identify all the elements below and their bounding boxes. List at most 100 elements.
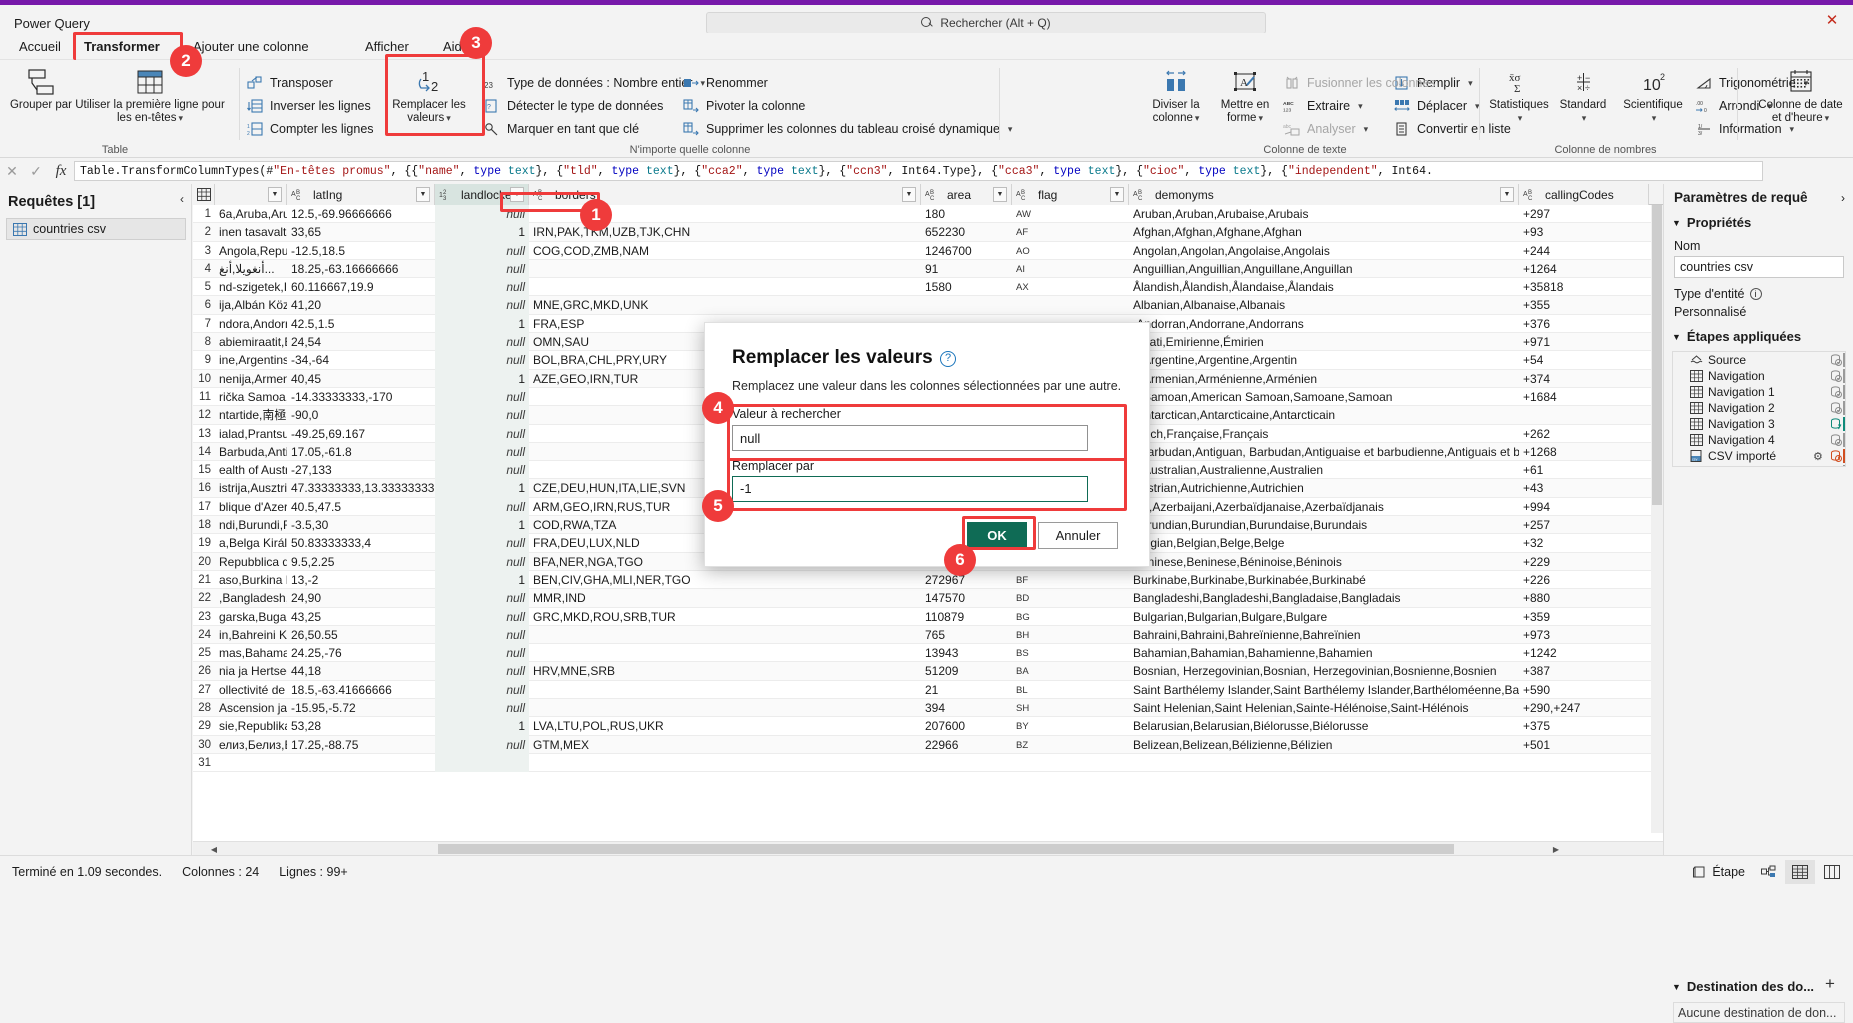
cell-n[interactable]: 18 [193, 516, 215, 534]
cell-borders[interactable] [529, 699, 921, 717]
cell-c1[interactable]: mas,Bahamas,Zaj... [215, 644, 287, 662]
chevron-down-icon[interactable]: ▾ [178, 113, 183, 123]
use-first-row-headers-button[interactable]: Utiliser la première ligne pour les en-t… [75, 65, 225, 125]
cell-calling[interactable]: +376 [1519, 315, 1649, 333]
cell-calling[interactable]: +54 [1519, 351, 1649, 369]
cell-n[interactable]: 6 [193, 296, 215, 314]
cell-borders[interactable]: GRC,MKD,ROU,SRB,TUR [529, 608, 921, 626]
cell-latlng[interactable]: 13,-2 [287, 571, 435, 589]
cell-borders[interactable]: GTM,MEX [529, 736, 921, 754]
cell-landlocked[interactable]: null [435, 351, 529, 370]
cell-n[interactable]: 4 [193, 260, 215, 278]
cell-flag[interactable]: BZ [1012, 736, 1129, 754]
cell-c1[interactable] [215, 754, 287, 772]
grid-header-flag[interactable]: ABC flag ▼ [1012, 184, 1129, 205]
gear-icon[interactable]: ⚙ [1813, 466, 1826, 467]
cell-c1[interactable]: abiemiraatit,Émi... [215, 333, 287, 351]
cell-n[interactable]: 14 [193, 443, 215, 461]
applied-step-7[interactable]: En-têtes pr... ⚙? [1673, 464, 1845, 467]
cell-latlng[interactable]: -90,0 [287, 406, 435, 424]
cell-latlng[interactable]: 24.25,-76 [287, 644, 435, 662]
cell-n[interactable]: 9 [193, 351, 215, 369]
chevron-down-icon[interactable]: ▾ [1258, 113, 1263, 123]
table-row[interactable]: 28Ascension ja Trist...-15.95,-5.72null 3… [193, 699, 1663, 718]
cell-calling[interactable]: +93 [1519, 223, 1649, 241]
split-column-button[interactable]: Diviser la colonne ▾ [1140, 65, 1212, 125]
cell-demonyms[interactable]: Burkinabe,Burkinabe,Burkinabée,Burkinabé [1129, 571, 1519, 589]
cell-demonyms[interactable]: n,Armenian,Arménienne,Arménien [1129, 370, 1519, 388]
cell-demonyms[interactable]: ,Antarctican,Antarcticaine,Antarcticain [1129, 406, 1519, 424]
cell-latlng[interactable]: -3.5,30 [287, 516, 435, 534]
cell-landlocked[interactable]: null [435, 699, 529, 718]
cell-flag[interactable]: AI [1012, 260, 1129, 278]
cell-demonyms[interactable]: Bosnian, Herzegovinian,Bosnian, Herzegov… [1129, 662, 1519, 680]
cell-landlocked[interactable]: null [435, 735, 529, 754]
replace-with-input[interactable]: -1 [732, 476, 1088, 502]
cell-borders[interactable]: LVA,LTU,POL,RUS,UKR [529, 717, 921, 735]
statistics-button[interactable]: x̄σ Σ Statistiques ▾ [1483, 65, 1555, 125]
cell-latlng[interactable]: 60.116667,19.9 [287, 278, 435, 296]
cell-calling[interactable]: +257 [1519, 516, 1649, 534]
cell-landlocked[interactable]: 1 [435, 717, 529, 736]
cell-landlocked[interactable]: null [435, 387, 529, 407]
cell-landlocked[interactable]: 1 [435, 369, 529, 388]
cell-area[interactable]: 13943 [921, 644, 1012, 662]
cell-latlng[interactable]: -49.25,69.167 [287, 425, 435, 443]
detect-data-type-button[interactable]: ? Détecter le type de données [483, 95, 663, 117]
cell-landlocked[interactable]: 1 [435, 516, 529, 535]
cell-landlocked[interactable]: null [435, 259, 529, 279]
format-button[interactable]: A Mettre en forme ▾ [1212, 65, 1278, 125]
table-row[interactable]: 26nia ja Hertsegovi...44,18nullHRV,MNE,S… [193, 662, 1663, 681]
cell-c1[interactable]: istrija,Ausztria,Au... [215, 479, 287, 497]
cell-n[interactable]: 13 [193, 425, 215, 443]
cell-demonyms[interactable]: mirati,Emirienne,Émirien [1129, 333, 1519, 351]
cell-calling[interactable]: +262 [1519, 425, 1649, 443]
cancel-icon[interactable]: ✕ [0, 163, 24, 180]
cell-demonyms[interactable]: Anguillian,Anguillian,Anguillane,Anguill… [1129, 260, 1519, 278]
cell-latlng[interactable]: 40,45 [287, 370, 435, 388]
cell-calling[interactable]: +387 [1519, 662, 1649, 680]
scroll-thumb[interactable] [438, 844, 1454, 854]
ok-button[interactable]: OK [967, 522, 1027, 549]
cell-calling[interactable]: +1684 [1519, 388, 1649, 406]
cell-n[interactable]: 7 [193, 315, 215, 333]
cell-calling[interactable]: +973 [1519, 626, 1649, 644]
cell-c1[interactable]: nenija,Armenija,... [215, 370, 287, 388]
cell-demonyms[interactable]: Bangladeshi,Bangladeshi,Bangladaise,Bang… [1129, 589, 1519, 607]
cell-demonyms[interactable]: Aruban,Aruban,Arubaise,Arubais [1129, 205, 1519, 223]
diagram-view-button[interactable] [1754, 860, 1783, 884]
grid-horizontal-scrollbar[interactable]: ◀ ▶ [193, 841, 1663, 855]
cell-n[interactable]: 17 [193, 498, 215, 516]
applied-steps-list[interactable]: Source Navigation Navigation 1 Navigation 2… [1672, 351, 1846, 467]
cell-flag[interactable]: AX [1012, 278, 1129, 296]
cell-calling[interactable]: +61 [1519, 461, 1649, 479]
date-time-column-button[interactable]: Colonne de date et d'heure ▾ [1753, 65, 1848, 125]
cell-calling[interactable]: +226 [1519, 571, 1649, 589]
cell-landlocked[interactable]: null [435, 333, 529, 352]
cell-latlng[interactable]: 44,18 [287, 662, 435, 680]
cell-landlocked[interactable]: null [435, 644, 529, 663]
cell-latlng[interactable]: -15.95,-5.72 [287, 699, 435, 717]
cell-calling[interactable]: +590 [1519, 681, 1649, 699]
scroll-right-icon[interactable]: ▶ [1549, 842, 1563, 855]
cell-landlocked[interactable]: null [435, 442, 529, 462]
tab-transformer[interactable]: Transformer [73, 35, 171, 59]
cell-demonyms[interactable]: Belgian,Belgian,Belge,Belge [1129, 534, 1519, 552]
tab-ajouter-une-colonne[interactable]: Ajouter une colonne [182, 35, 320, 59]
add-destination-button[interactable]: + [1825, 974, 1835, 994]
cell-demonyms[interactable]: , Barbudan,Antiguan, Barbudan,Antiguaise… [1129, 443, 1519, 461]
chevron-down-icon[interactable]: ▾ [1364, 124, 1369, 135]
chevron-down-icon[interactable]: ▾ [446, 113, 451, 123]
cell-c1[interactable]: أنغويلا,أنغ... [215, 260, 287, 278]
cell-latlng[interactable]: 12.5,-69.96666666 [287, 205, 435, 223]
cell-area[interactable]: 91 [921, 260, 1012, 278]
cell-landlocked[interactable]: null [435, 241, 529, 260]
close-icon[interactable]: ✕ [1820, 11, 1844, 31]
cell-n[interactable]: 23 [193, 608, 215, 626]
cell-flag[interactable]: BA [1012, 662, 1129, 680]
cancel-button[interactable]: Annuler [1038, 522, 1118, 549]
cell-latlng[interactable]: 18.25,-63.16666666 [287, 260, 435, 278]
formula-input[interactable]: Table.TransformColumnTypes(#"En-têtes pr… [74, 161, 1763, 181]
merge-columns-button[interactable]: Fusionner les colonnes [1283, 72, 1436, 94]
cell-landlocked[interactable]: null [435, 680, 529, 700]
